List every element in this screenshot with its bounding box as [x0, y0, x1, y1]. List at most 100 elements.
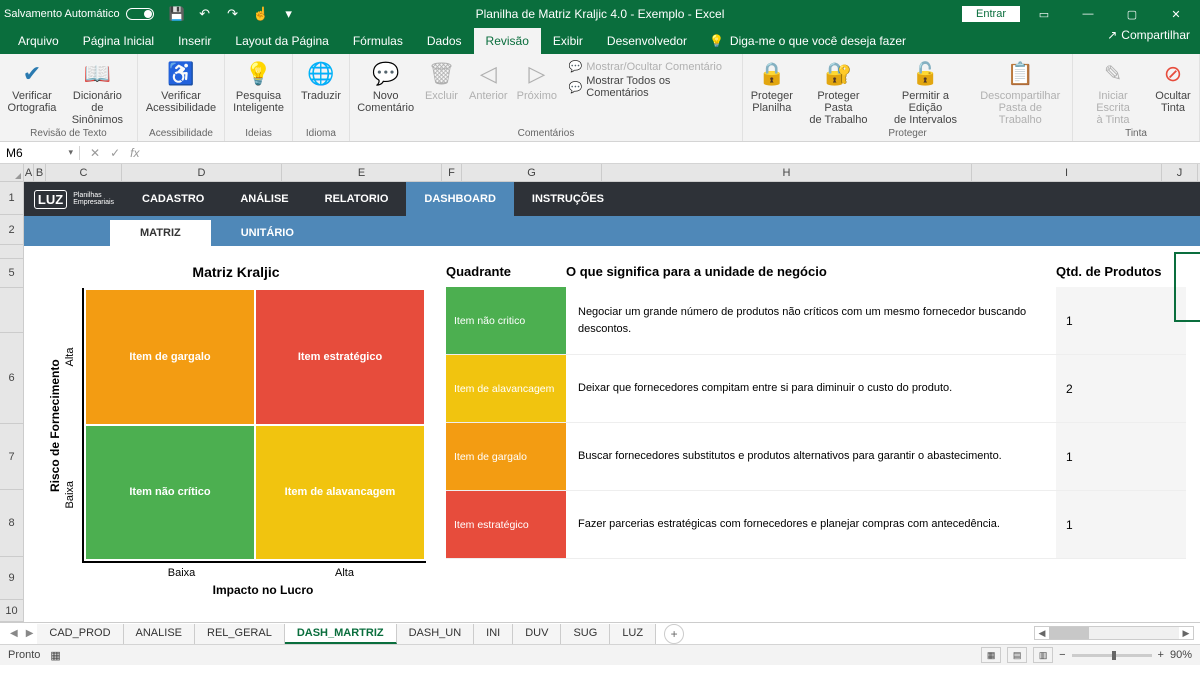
macro-record-icon[interactable]: ▦ — [50, 649, 60, 662]
protect-sheet-button[interactable]: 🔒Proteger Planilha — [747, 56, 796, 128]
qat-dropdown-icon[interactable]: ▾ — [282, 7, 296, 21]
col-header[interactable]: G — [462, 164, 602, 181]
row-header[interactable]: 1 — [0, 182, 24, 215]
row-header[interactable]: 7 — [0, 424, 24, 491]
kraljic-matrix: Matriz Kraljic Risco de Fornecimento Alt… — [46, 264, 426, 597]
name-box[interactable]: M6▾ — [0, 146, 80, 160]
row-header[interactable]: 10 — [0, 600, 24, 622]
minimize-icon[interactable]: — — [1068, 0, 1108, 28]
add-sheet-button[interactable]: + — [664, 624, 684, 644]
view-page-layout-icon[interactable]: ▤ — [1007, 647, 1027, 663]
nav-analise[interactable]: ANÁLISE — [222, 182, 306, 216]
tab-dados[interactable]: Dados — [415, 28, 474, 54]
tab-revisao[interactable]: Revisão — [474, 28, 541, 54]
zoom-out-button[interactable]: − — [1059, 649, 1065, 661]
allow-edit-ranges-button[interactable]: 🔓Permitir a Edição de Intervalos — [880, 56, 970, 128]
close-icon[interactable]: ✕ — [1156, 0, 1196, 28]
sheet-tab[interactable]: INI — [474, 624, 513, 644]
row-header[interactable]: 9 — [0, 557, 24, 600]
smart-lookup-button[interactable]: 💡Pesquisa Inteligente — [229, 56, 288, 128]
delete-comment-button: 🗑Excluir — [419, 56, 463, 128]
subnav-unitario[interactable]: UNITÁRIO — [211, 220, 324, 246]
accept-formula-icon[interactable]: ✓ — [110, 146, 120, 160]
col-header[interactable]: J — [1162, 164, 1198, 181]
cancel-formula-icon[interactable]: ✕ — [90, 146, 100, 160]
thesaurus-button[interactable]: 📖Dicionário de Sinônimos — [62, 56, 133, 128]
sheet-tab[interactable]: REL_GERAL — [195, 624, 285, 644]
sheet-tab[interactable]: DASH_UN — [397, 624, 475, 644]
zoom-level[interactable]: 90% — [1170, 649, 1192, 661]
ink-start-button: ✎Iniciar Escrita à Tinta — [1077, 56, 1149, 128]
horizontal-scrollbar[interactable]: ◀▶ — [1034, 626, 1194, 640]
sheet-tab[interactable]: CAD_PROD — [37, 624, 123, 644]
select-all-button[interactable] — [0, 164, 24, 181]
fx-icon[interactable]: fx — [130, 146, 139, 160]
view-page-break-icon[interactable]: ▥ — [1033, 647, 1053, 663]
nav-relatorio[interactable]: RELATORIO — [307, 182, 407, 216]
table-row: Item não criticoNegociar um grande númer… — [446, 287, 1186, 355]
nav-dashboard[interactable]: DASHBOARD — [406, 182, 514, 216]
tab-desenvolvedor[interactable]: Desenvolvedor — [595, 28, 699, 54]
row-header[interactable]: 6 — [0, 333, 24, 423]
quadrant-table: Quadrante O que significa para a unidade… — [446, 264, 1186, 597]
status-ready: Pronto — [8, 649, 40, 661]
nav-instrucoes[interactable]: INSTRUÇÕES — [514, 182, 622, 216]
tab-exibir[interactable]: Exibir — [541, 28, 595, 54]
col-significado: O que significa para a unidade de negóci… — [566, 264, 1056, 279]
show-all-comments-button[interactable]: 💬Mostrar Todos os Comentários — [569, 75, 733, 99]
sheet-tab[interactable]: DUV — [513, 624, 561, 644]
row-header[interactable]: 8 — [0, 490, 24, 557]
tab-formulas[interactable]: Fórmulas — [341, 28, 415, 54]
translate-button[interactable]: 🌐Traduzir — [297, 56, 345, 128]
col-header[interactable]: C — [46, 164, 122, 181]
undo-icon[interactable]: ↶ — [198, 7, 212, 21]
sheet-tab[interactable]: ANALISE — [124, 624, 195, 644]
row-header[interactable] — [0, 245, 24, 259]
col-header[interactable]: E — [282, 164, 442, 181]
spellcheck-button[interactable]: ✔Verificar Ortografia — [4, 56, 60, 128]
row-header[interactable]: 2 — [0, 215, 24, 244]
autosave-toggle[interactable]: Salvamento Automático — [4, 8, 154, 20]
protect-workbook-button[interactable]: 🔐Proteger Pasta de Trabalho — [798, 56, 878, 128]
col-header[interactable]: D — [122, 164, 282, 181]
worksheet-area[interactable]: LUZ Planilhas Empresariais CADASTRO ANÁL… — [24, 182, 1200, 622]
sheet-nav-next[interactable]: ▶ — [22, 628, 38, 639]
accessibility-button[interactable]: ♿Verificar Acessibilidade — [142, 56, 220, 128]
tab-pagina-inicial[interactable]: Página Inicial — [71, 28, 166, 54]
col-header[interactable]: B — [34, 164, 46, 181]
y-tick-baixa: Baixa — [64, 426, 82, 564]
row-header[interactable] — [0, 288, 24, 333]
ink-hide-button[interactable]: ⊘Ocultar Tinta — [1151, 56, 1195, 128]
tell-me-search[interactable]: 💡 Diga-me o que você deseja fazer — [709, 28, 906, 54]
save-icon[interactable]: 💾 — [170, 7, 184, 21]
sheet-tab[interactable]: SUG — [561, 624, 610, 644]
signin-button[interactable]: Entrar — [962, 6, 1020, 22]
view-normal-icon[interactable]: ▦ — [981, 647, 1001, 663]
sheet-nav-prev[interactable]: ◀ — [6, 628, 22, 639]
status-bar: Pronto ▦ ▦ ▤ ▥ − + 90% — [0, 644, 1200, 665]
col-header[interactable]: A — [24, 164, 34, 181]
nav-cadastro[interactable]: CADASTRO — [124, 182, 222, 216]
col-header[interactable]: H — [602, 164, 972, 181]
sheet-tab[interactable]: LUZ — [610, 624, 656, 644]
zoom-slider[interactable] — [1072, 654, 1152, 657]
subnav-matriz[interactable]: MATRIZ — [110, 220, 211, 246]
touch-mode-icon[interactable]: ☝ — [254, 7, 268, 21]
col-header[interactable]: F — [442, 164, 462, 181]
tab-inserir[interactable]: Inserir — [166, 28, 223, 54]
new-comment-button[interactable]: 💬Novo Comentário — [354, 56, 418, 128]
redo-icon[interactable]: ↷ — [226, 7, 240, 21]
share-button[interactable]: ↗ Compartilhar — [1107, 28, 1190, 42]
maximize-icon[interactable]: ▢ — [1112, 0, 1152, 28]
sheet-tab[interactable]: DASH_MARTRIZ — [285, 624, 397, 644]
dashboard-nav: LUZ Planilhas Empresariais CADASTRO ANÁL… — [24, 182, 1200, 216]
tab-layout[interactable]: Layout da Página — [223, 28, 340, 54]
row-header[interactable]: 5 — [0, 259, 24, 288]
quadrant-estrategico: Item estratégico — [256, 290, 424, 424]
tab-arquivo[interactable]: Arquivo — [6, 28, 71, 54]
description-cell: Deixar que fornecedores compitam entre s… — [566, 355, 1056, 422]
zoom-in-button[interactable]: + — [1158, 649, 1164, 661]
ribbon-options-icon[interactable]: ▭ — [1024, 0, 1064, 28]
description-cell: Buscar fornecedores substitutos e produt… — [566, 423, 1056, 490]
col-header[interactable]: I — [972, 164, 1162, 181]
